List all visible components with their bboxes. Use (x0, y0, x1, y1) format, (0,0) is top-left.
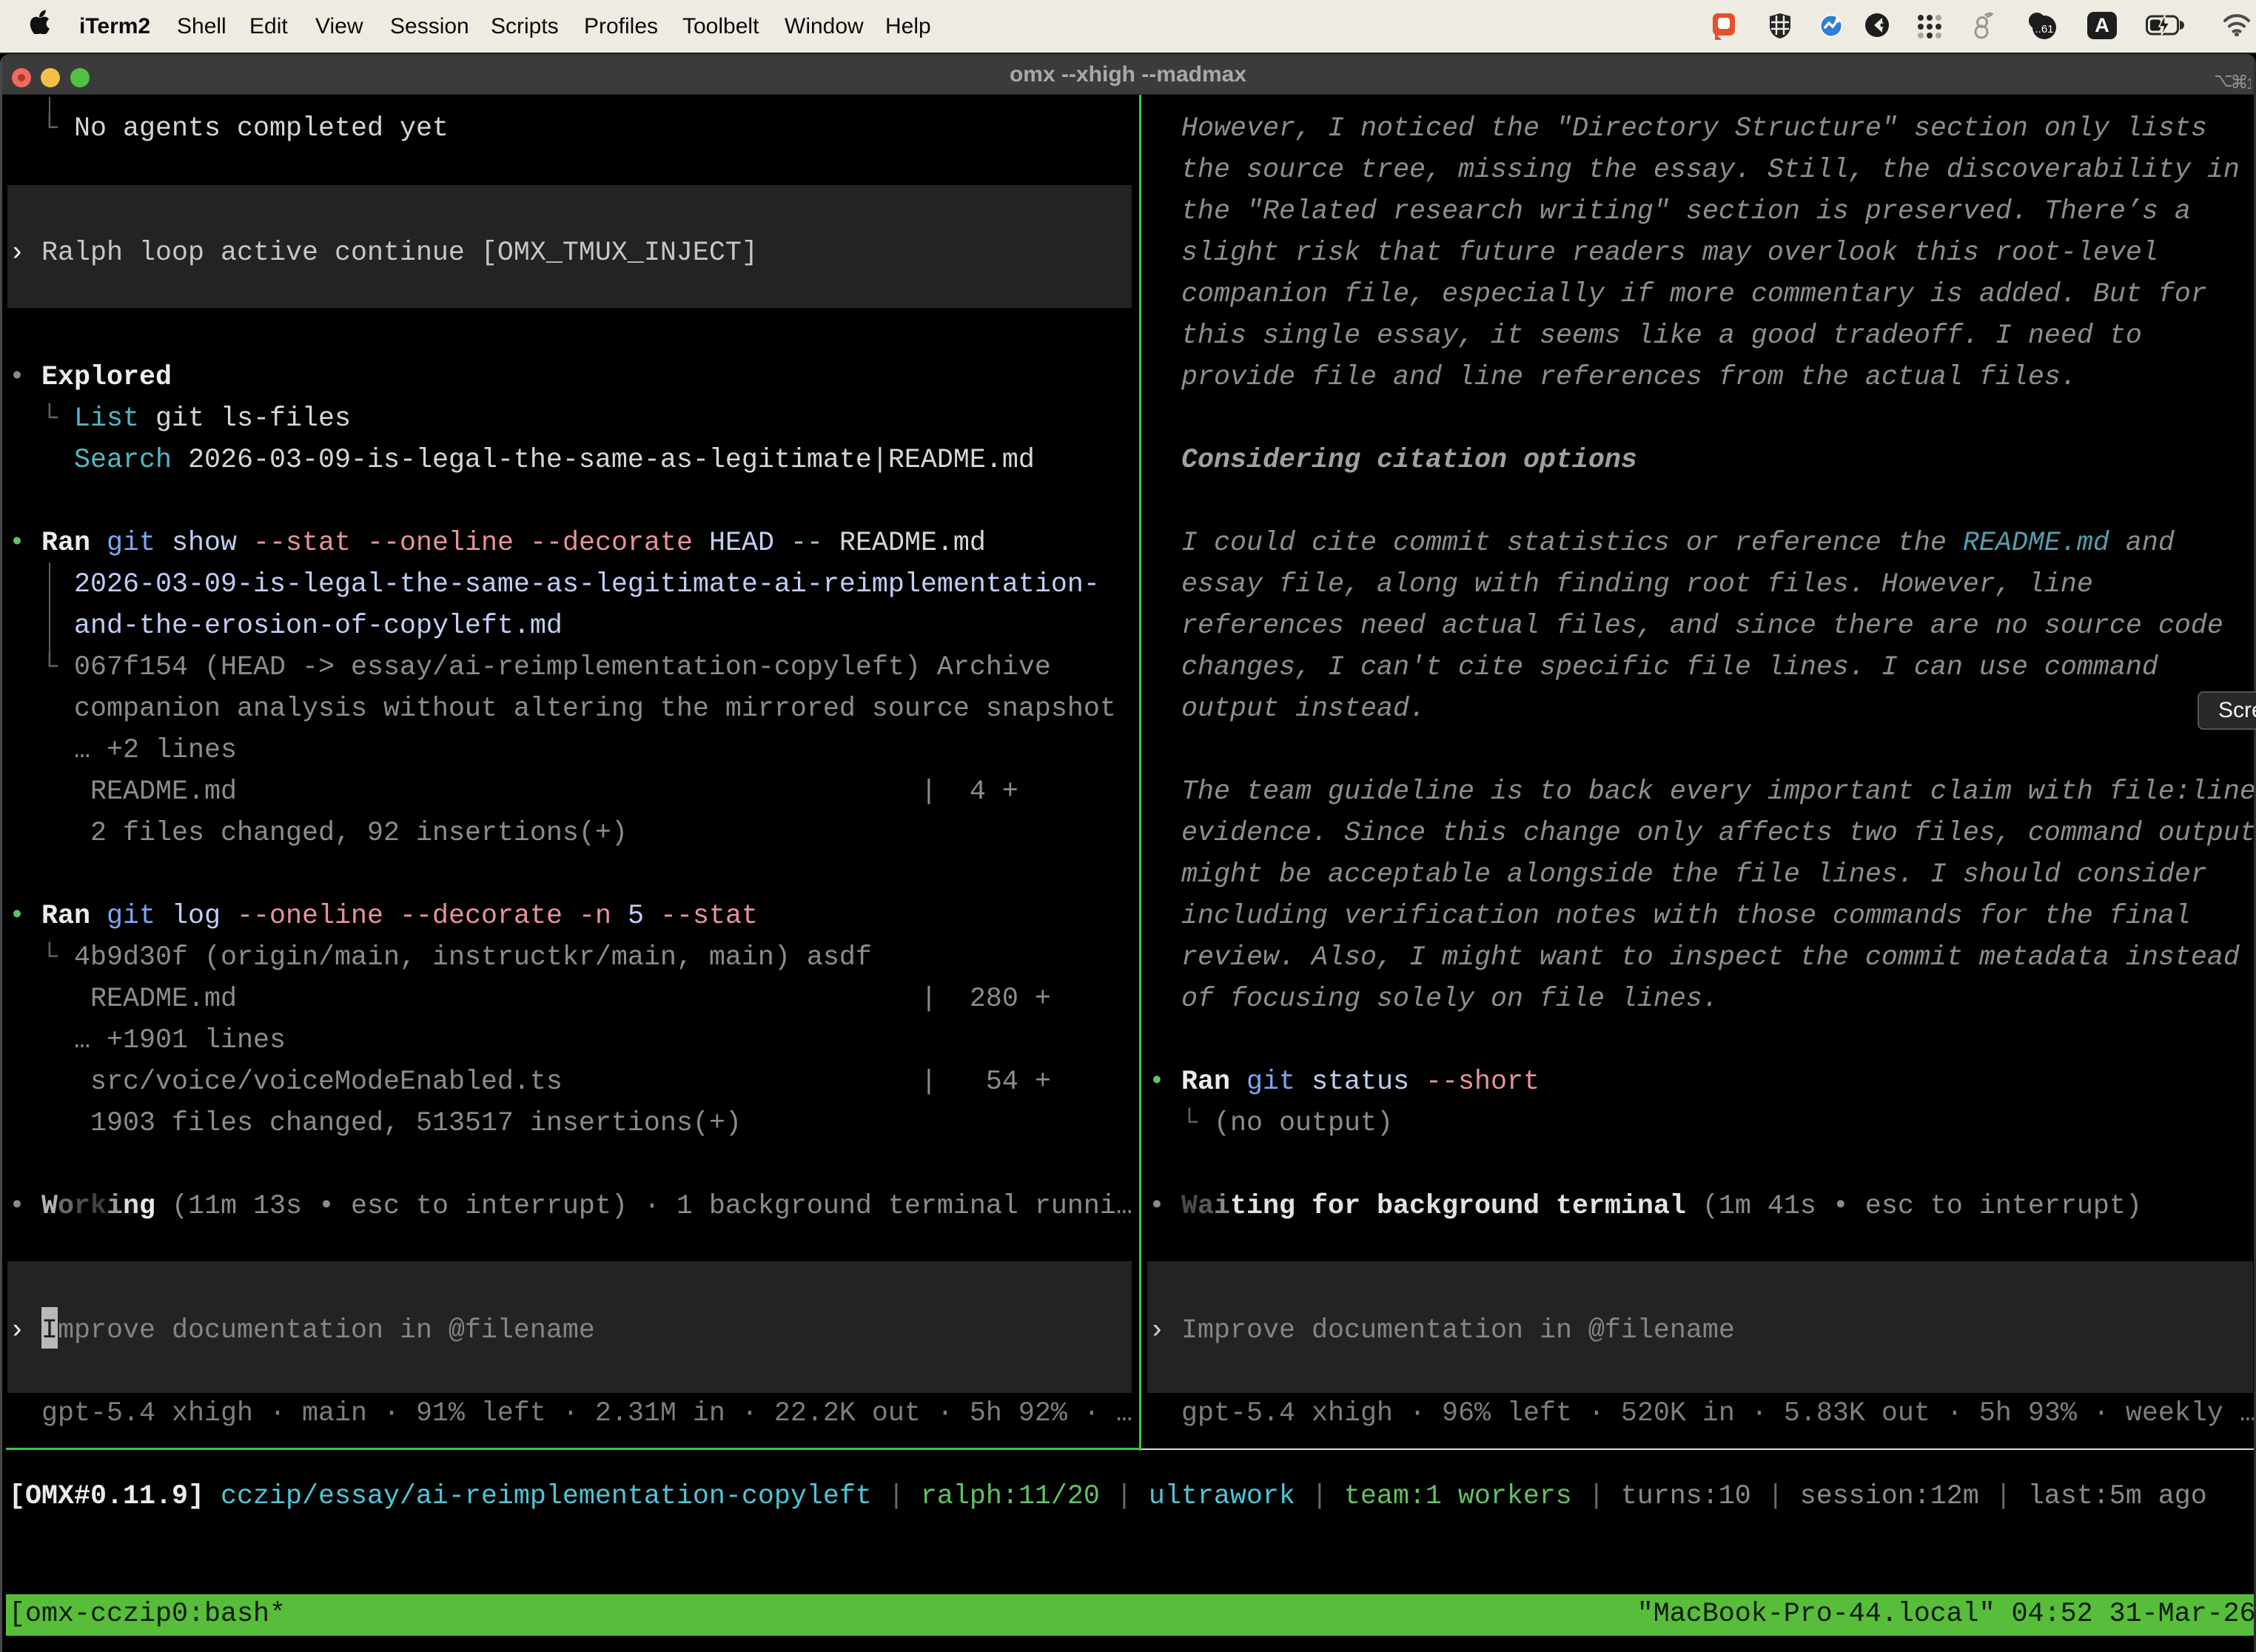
svg-text:..61: ..61 (2035, 23, 2053, 36)
svg-text:1: 1 (2246, 75, 2251, 93)
